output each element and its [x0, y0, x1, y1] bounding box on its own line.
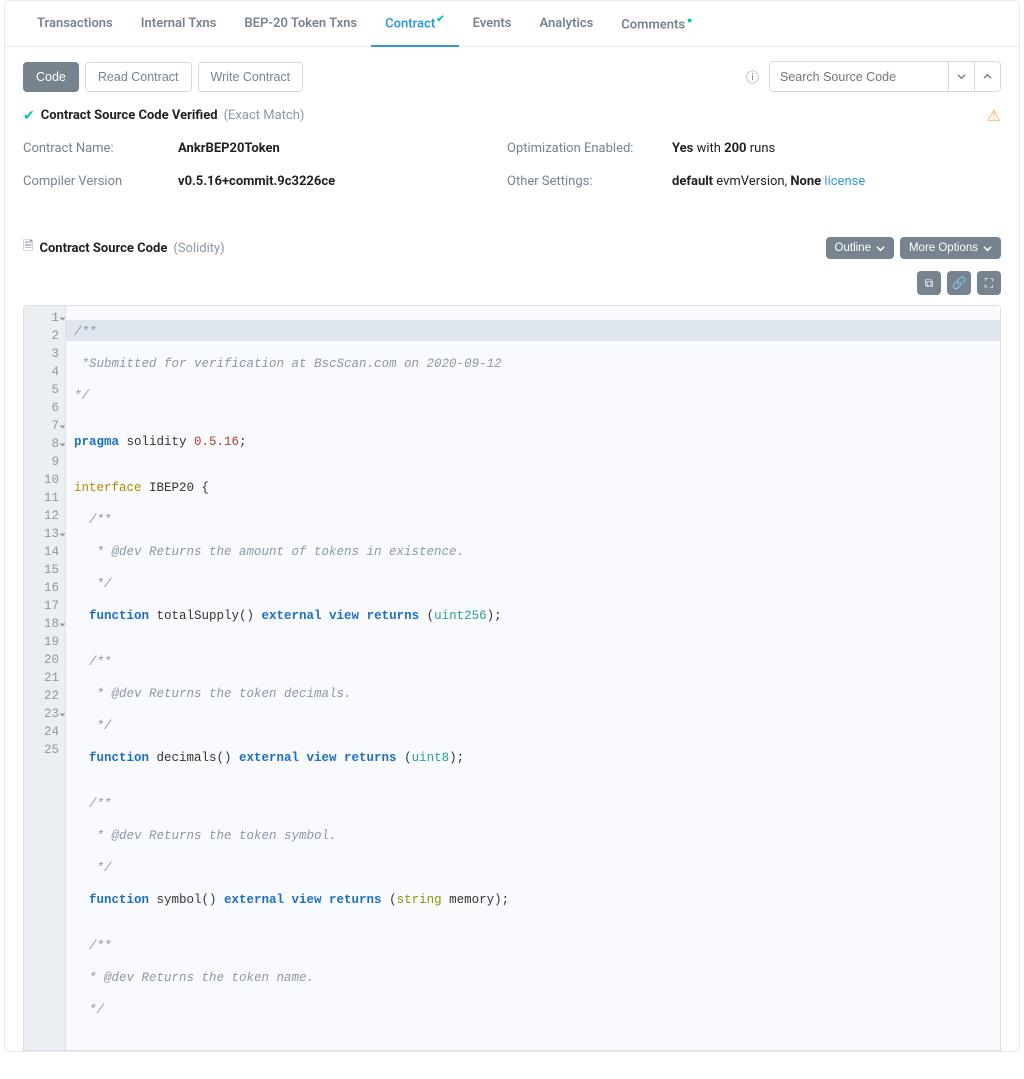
search-input[interactable]: [769, 61, 949, 92]
verified-match: (Exact Match): [224, 108, 305, 123]
copy-button[interactable]: ⧉: [917, 271, 941, 295]
link-icon: 🔗: [952, 276, 967, 290]
file-icon: 🗎: [23, 237, 33, 259]
copy-icon: ⧉: [925, 276, 934, 291]
permalink-button[interactable]: 🔗: [947, 271, 971, 295]
verified-title: Contract Source Code Verified: [41, 108, 218, 123]
code-button[interactable]: Code: [23, 62, 79, 92]
tab-internal-txns[interactable]: Internal Txns: [127, 3, 231, 45]
compiler-value: v0.5.16+commit.9c3226ce: [178, 174, 507, 189]
more-options-button[interactable]: More Options: [900, 237, 1001, 259]
tab-label: Contract: [385, 16, 435, 31]
line-gutter: 123456 789101112 1314151617 1819202122 2…: [24, 306, 66, 1050]
contract-name-label: Contract Name:: [23, 141, 178, 156]
compiler-label: Compiler Version: [23, 174, 178, 189]
tab-bep20-token-txns[interactable]: BEP-20 Token Txns: [230, 3, 371, 45]
contract-name-value: AnkrBEP20Token: [178, 141, 507, 156]
verified-check-icon: ✔: [436, 14, 444, 25]
tab-bar: Transactions Internal Txns BEP-20 Token …: [5, 1, 1019, 47]
license-link[interactable]: license: [824, 174, 865, 189]
toolbar-right: ⓘ: [746, 61, 1001, 92]
contract-panel: Transactions Internal Txns BEP-20 Token …: [4, 0, 1020, 1052]
chevron-down-icon: [983, 244, 992, 253]
tab-transactions[interactable]: Transactions: [23, 3, 127, 45]
verified-row: ✔ Contract Source Code Verified (Exact M…: [5, 106, 1019, 125]
verified-badge-icon: ✔: [23, 108, 35, 124]
chevron-up-icon: [983, 72, 992, 81]
contract-toolbar: Code Read Contract Write Contract ⓘ: [5, 47, 1019, 106]
tab-analytics[interactable]: Analytics: [525, 3, 607, 45]
contract-mode-group: Code Read Contract Write Contract: [23, 62, 303, 92]
tab-comments[interactable]: Comments●: [607, 2, 706, 46]
read-contract-button[interactable]: Read Contract: [85, 62, 192, 92]
chevron-down-icon: [876, 244, 885, 253]
other-settings-value: default evmVersion, None license: [672, 174, 1001, 189]
code-content: /** *Submitted for verification at BscSc…: [66, 306, 1000, 1050]
source-lang: (Solidity): [173, 241, 224, 256]
tab-events[interactable]: Events: [459, 3, 526, 45]
contract-info-grid: Contract Name: AnkrBEP20Token Optimizati…: [5, 125, 1019, 197]
search-dropdown-button[interactable]: [949, 61, 975, 92]
source-heading: Contract Source Code: [39, 241, 167, 256]
other-settings-label: Other Settings:: [507, 174, 672, 189]
notification-dot-icon: ●: [687, 16, 692, 26]
fullscreen-icon: ⛶: [985, 276, 993, 291]
write-contract-button[interactable]: Write Contract: [198, 62, 304, 92]
chevron-down-icon: [957, 72, 966, 81]
search-group: [769, 61, 1001, 92]
code-editor[interactable]: 123456 789101112 1314151617 1819202122 2…: [23, 305, 1001, 1051]
editor-icon-row: ⧉ 🔗 ⛶: [5, 265, 1019, 301]
tab-contract[interactable]: Contract✔: [371, 1, 458, 47]
search-collapse-button[interactable]: [975, 61, 1001, 92]
optimization-label: Optimization Enabled:: [507, 141, 672, 156]
source-bar: 🗎 Contract Source Code (Solidity) Outlin…: [5, 197, 1019, 265]
warning-icon[interactable]: ⚠: [987, 106, 1001, 125]
outline-button[interactable]: Outline: [826, 237, 894, 259]
fullscreen-button[interactable]: ⛶: [977, 271, 1001, 295]
help-icon[interactable]: ⓘ: [746, 67, 759, 86]
optimization-value: Yes with 200 runs: [672, 141, 1001, 156]
tab-label: Comments: [621, 17, 685, 32]
